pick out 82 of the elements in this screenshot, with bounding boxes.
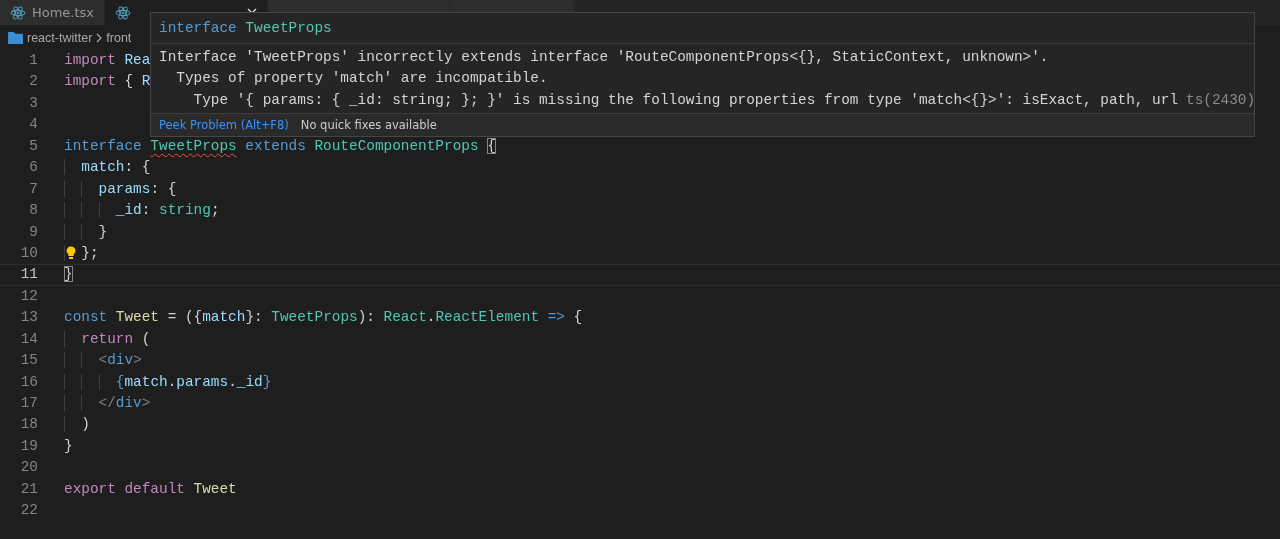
code-token: TweetProps xyxy=(150,137,237,154)
code-token: } xyxy=(98,223,108,240)
line-number: 15 xyxy=(19,351,38,371)
code-token: React xyxy=(383,309,427,326)
error-message: Type '{ params: { _id: string; }; }' is missing the following properties from type 'match<{}>': isExact, path, url xyxy=(192,90,1179,110)
code-token: _id xyxy=(236,373,263,390)
code-token: : { xyxy=(150,180,177,197)
code-token: : { xyxy=(124,159,151,176)
line-number: 8 xyxy=(28,201,38,221)
line-number: 17 xyxy=(19,394,38,413)
code-token: TweetProps xyxy=(271,309,358,326)
line-number: 9 xyxy=(28,222,38,242)
code-token: params xyxy=(98,180,151,197)
error-message: Types of property 'match' are incompatible. xyxy=(175,69,548,89)
code-token: } xyxy=(64,266,73,283)
code-token: => xyxy=(546,309,566,326)
code-token: }; xyxy=(81,244,99,261)
code-token: params xyxy=(176,373,229,390)
line-number: 19 xyxy=(19,436,38,456)
tab-label: Home.tsx xyxy=(31,5,94,20)
code-token: > xyxy=(141,395,151,411)
code-token: } xyxy=(262,373,272,390)
line-number: 7 xyxy=(28,179,38,199)
code-token: : xyxy=(141,202,152,219)
code-token: string xyxy=(159,202,211,219)
code-token: match xyxy=(124,373,168,390)
line-number: 2 xyxy=(28,72,38,92)
code-token: ): xyxy=(357,309,376,326)
line-number: 14 xyxy=(19,329,38,349)
code-token: > xyxy=(133,352,142,369)
line-number: 1 xyxy=(28,51,38,70)
line-number: 21 xyxy=(19,479,38,499)
line-number: 22 xyxy=(19,501,38,521)
code-token: export default xyxy=(64,480,186,497)
code-token: { xyxy=(124,73,135,90)
code-token: Tweet xyxy=(115,309,159,326)
code-token: R xyxy=(141,73,151,90)
code-token: div xyxy=(107,352,134,369)
code-token: match xyxy=(81,159,125,176)
code-token: ) xyxy=(81,416,90,433)
code-token: extends xyxy=(244,137,307,154)
line-number: 12 xyxy=(19,286,38,306)
line-number: 20 xyxy=(19,458,38,478)
line-number: 10 xyxy=(19,243,38,263)
code-token: interface xyxy=(159,20,238,36)
code-token: ; xyxy=(210,202,220,219)
code-token: interface xyxy=(64,137,143,154)
code-token: _id xyxy=(115,202,142,219)
line-number: 4 xyxy=(28,115,38,135)
code-token: } xyxy=(64,437,73,454)
code-token: { xyxy=(115,373,125,390)
code-token: import xyxy=(64,73,117,90)
code-token: RouteComponentProps xyxy=(314,137,480,154)
line-number: 16 xyxy=(19,372,38,392)
code-token: = ({ xyxy=(166,309,203,326)
line-number: 6 xyxy=(28,158,38,178)
code-token: < xyxy=(98,352,108,369)
code-token: div xyxy=(115,395,142,411)
code-token: Tweet xyxy=(193,480,237,497)
code-token: import xyxy=(64,52,117,68)
code-token: </ xyxy=(98,395,116,411)
error-code: ts(2430) xyxy=(1186,90,1256,110)
quick-fix-note: No quick fixes available xyxy=(300,118,437,132)
line-number: 18 xyxy=(19,415,38,435)
code-token: { xyxy=(573,309,583,326)
code-token: const xyxy=(64,309,109,326)
line-number: 13 xyxy=(19,308,38,328)
code-token: }: xyxy=(245,309,264,326)
error-message: Interface 'TweetProps' incorrectly extends interface 'RouteComponentProps<{}, StaticContext, unknown>'. xyxy=(159,48,1049,67)
line-number: 11 xyxy=(19,265,38,285)
code-token: TweetProps xyxy=(245,20,332,36)
code-token: return xyxy=(81,330,134,347)
code-token: ( xyxy=(140,330,151,347)
code-token: ReactElement xyxy=(435,309,540,326)
code-token: . xyxy=(426,309,436,326)
code-token: { xyxy=(487,137,496,154)
line-number: 3 xyxy=(28,93,38,113)
code-token: . xyxy=(228,373,237,390)
code-token: Rea xyxy=(124,52,151,68)
code-token: . xyxy=(167,373,177,390)
line-number: 5 xyxy=(28,136,38,156)
code-token: match xyxy=(202,309,246,326)
